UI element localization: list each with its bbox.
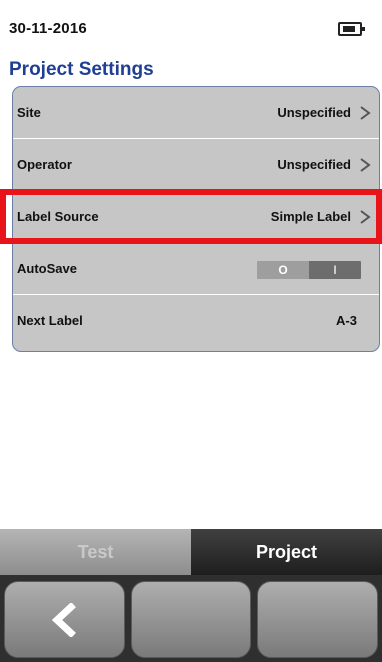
date-display: 30-11-2016 [9,20,87,37]
setting-row-next-label: Next Label A-3 [13,295,379,347]
softkey-3-button[interactable] [257,581,379,658]
setting-label: Next Label [17,313,83,328]
autosave-toggle[interactable]: O I [257,261,361,279]
setting-value: A-3 [336,313,357,328]
back-button[interactable] [4,581,125,658]
softkey-bar [0,575,382,662]
toggle-off-option[interactable]: O [257,261,309,279]
back-arrow-icon [52,602,77,637]
page-title: Project Settings [9,59,154,80]
status-bar: 30-11-2016 [0,0,382,58]
battery-icon [338,22,365,36]
setting-row-site[interactable]: Site Unspecified [13,87,379,139]
softkey-2-button[interactable] [130,581,252,658]
setting-row-label-source[interactable]: Label Source Simple Label [13,191,379,243]
setting-label: Label Source [17,209,99,224]
setting-label: Operator [17,157,72,172]
chevron-right-icon [360,210,371,224]
settings-panel: Site Unspecified Operator Unspecified La… [12,86,380,352]
setting-value: Simple Label [270,209,351,224]
toggle-on-option[interactable]: I [309,261,361,279]
tab-project[interactable]: Project [191,529,382,575]
setting-row-autosave: AutoSave O I [13,243,379,295]
setting-value: Unspecified [277,157,351,172]
setting-row-operator[interactable]: Operator Unspecified [13,139,379,191]
setting-value: Unspecified [277,105,351,120]
setting-label: AutoSave [17,261,77,276]
chevron-right-icon [360,106,371,120]
setting-label: Site [17,105,41,120]
tab-bar: Test Project [0,529,382,575]
tab-test[interactable]: Test [0,529,191,575]
chevron-right-icon [360,158,371,172]
